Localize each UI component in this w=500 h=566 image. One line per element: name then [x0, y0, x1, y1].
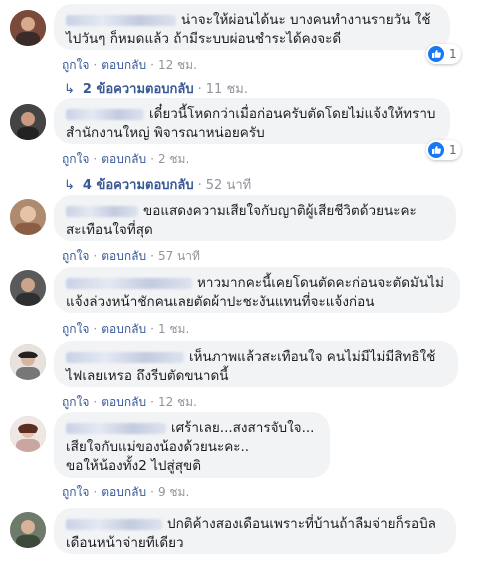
timestamp[interactable]: 57 นาที [158, 249, 200, 263]
like-icon [428, 142, 444, 158]
view-replies-link[interactable]: ↳ 4 ข้อความตอบกลับ · 52 นาที [64, 174, 251, 195]
like-icon [428, 46, 444, 62]
author-name[interactable] [66, 518, 162, 530]
author-name[interactable] [66, 277, 192, 289]
reply-link[interactable]: ตอบกลับ [101, 152, 146, 166]
avatar[interactable] [10, 344, 46, 380]
comment-actions: ถูกใจ · ตอบกลับ · 57 นาที [62, 249, 200, 263]
reply-link[interactable]: ตอบกลับ [101, 395, 146, 409]
comment-bubble: น่าจะให้ผ่อนได้นะ บางคนทำงานรายวัน ใช้ไป… [54, 4, 450, 50]
comment-bubble: ขอแสดงความเสียใจกับญาติผู้เสียชีวิตด้วยน… [54, 195, 456, 241]
reaction-count[interactable]: 1 [426, 44, 461, 64]
reply-link[interactable]: ตอบกลับ [101, 58, 146, 72]
author-name[interactable] [66, 108, 144, 120]
author-name[interactable] [66, 351, 184, 363]
reply-link[interactable]: ตอบกลับ [101, 249, 146, 263]
like-link[interactable]: ถูกใจ [62, 322, 89, 336]
comment-bubble: หาวมากคะนี้เคยโดนตัดคะก่อนจะตัดมันไม่แจ้… [54, 267, 460, 313]
avatar[interactable] [10, 199, 46, 235]
comment-bubble: ปกติค้างสองเดือนเพราะที่บ้านถ้าลืมจ่ายก็… [54, 508, 456, 554]
like-link[interactable]: ถูกใจ [62, 152, 89, 166]
avatar[interactable] [10, 270, 46, 306]
timestamp[interactable]: 1 ชม. [158, 322, 189, 336]
reply-link[interactable]: ตอบกลับ [101, 322, 146, 336]
reply-link[interactable]: ตอบกลับ [101, 485, 146, 499]
avatar[interactable] [10, 10, 46, 46]
avatar[interactable] [10, 416, 46, 452]
timestamp[interactable]: 9 ชม. [158, 485, 189, 499]
comment-bubble: เห็นภาพแล้วสะเทือนใจ คนไม่มีไม่มีสิทธิใช… [54, 341, 458, 387]
author-name[interactable] [66, 14, 176, 26]
timestamp[interactable]: 2 ชม. [158, 152, 189, 166]
comment-actions: ถูกใจ · ตอบกลับ · 1 ชม. [62, 322, 190, 336]
comment-actions: ถูกใจ · ตอบกลับ · 9 ชม. [62, 485, 190, 499]
comment-bubble: เศร้าเลย...สงสารจับใจ... เสียใจกับแม่ของ… [54, 412, 330, 478]
reply-arrow-icon: ↳ [64, 82, 75, 97]
timestamp[interactable]: 12 ชม. [158, 58, 197, 72]
author-name[interactable] [66, 205, 138, 217]
avatar[interactable] [10, 104, 46, 140]
comment-actions: ถูกใจ · ตอบกลับ · 12 ชม. [62, 395, 197, 409]
like-link[interactable]: ถูกใจ [62, 485, 89, 499]
comment-actions: ถูกใจ · ตอบกลับ · 2 ชม. [62, 152, 190, 166]
comment-bubble: เดี๋ยวนี้โหดกว่าเมื่อก่อนครับตัดโดยไม่แจ… [54, 98, 450, 144]
timestamp[interactable]: 12 ชม. [158, 395, 197, 409]
reply-arrow-icon: ↳ [64, 178, 75, 193]
like-link[interactable]: ถูกใจ [62, 395, 89, 409]
like-link[interactable]: ถูกใจ [62, 249, 89, 263]
view-replies-link[interactable]: ↳ 2 ข้อความตอบกลับ · 11 ชม. [64, 78, 248, 99]
reaction-count[interactable]: 1 [426, 140, 461, 160]
like-link[interactable]: ถูกใจ [62, 58, 89, 72]
comment-actions: ถูกใจ · ตอบกลับ · 12 ชม. [62, 58, 197, 72]
avatar[interactable] [10, 512, 46, 548]
comment-text: เศร้าเลย...สงสารจับใจ... [66, 419, 318, 438]
author-name[interactable] [66, 422, 166, 434]
